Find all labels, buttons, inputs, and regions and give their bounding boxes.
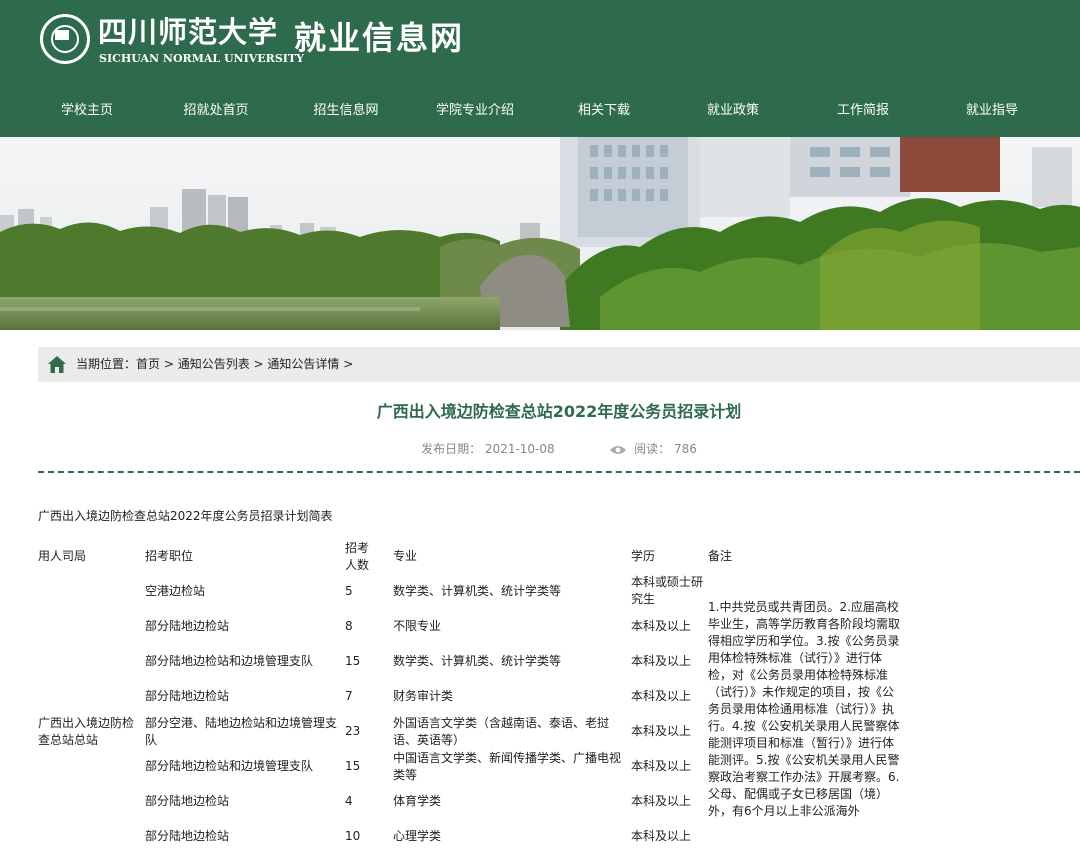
header-count: 招考人数 xyxy=(345,541,370,572)
table-cell-major: 心理学类 xyxy=(393,829,442,843)
table-cell-position: 部分空港、陆地边检站和边境管理支队 xyxy=(145,716,338,747)
breadcrumb-separator: > xyxy=(339,357,354,371)
table-cell-count: 10 xyxy=(345,829,361,843)
remarks-text: 1.中共党员或共青团员。2.应届高校毕业生，高等学历教育各阶段均需取得相应学历和… xyxy=(708,600,901,818)
campus-banner-image xyxy=(0,137,1080,330)
views-count: 786 xyxy=(674,442,697,456)
table-cell-major: 数学类、计算机类、统计学类等 xyxy=(393,654,562,668)
article-title: 广西出入境边防检查总站2022年度公务员招录计划 xyxy=(376,402,742,421)
breadcrumb: 当期位置：首页 > 通知公告列表 > 通知公告详情 > xyxy=(38,347,1080,382)
publish-date-label: 发布日期： xyxy=(421,442,482,456)
table-cell-major: 外国语言文学类（含越南语、泰语、老挝语、英语等） xyxy=(393,716,610,747)
table-cell-count: 8 xyxy=(345,619,353,633)
seal-book-shape xyxy=(55,30,69,40)
table-cell-education: 本科或硕士研究生 xyxy=(631,575,704,606)
table-cell-education: 本科及以上 xyxy=(631,794,692,808)
table-cell-position: 部分陆地边检站 xyxy=(145,794,230,808)
agency-name: 广西出入境边防检查总站总站 xyxy=(38,716,135,747)
table-cell-education: 本科及以上 xyxy=(631,654,692,668)
breadcrumb-home-link[interactable]: 首页 xyxy=(136,357,160,371)
table-cell-education: 本科及以上 xyxy=(631,829,692,843)
breadcrumb-prefix: 当期位置： xyxy=(76,357,137,371)
breadcrumb-notice-detail-link[interactable]: 通知公告详情 xyxy=(267,357,339,371)
table-cell-education: 本科及以上 xyxy=(631,619,692,633)
table-cell-count: 4 xyxy=(345,794,353,808)
table-cell-education: 本科及以上 xyxy=(631,759,692,773)
table-cell-count: 5 xyxy=(345,584,353,598)
table-cell-position: 空港边检站 xyxy=(145,584,206,598)
eye-icon xyxy=(610,445,627,454)
nav-item-guidance[interactable]: 就业指导 xyxy=(962,96,1022,126)
table-cell-position: 部分陆地边检站和边境管理支队 xyxy=(145,759,314,773)
table-cell-count: 7 xyxy=(345,689,353,703)
university-name-cn[interactable]: 四川师范大学 xyxy=(98,14,278,50)
table-cell-major: 财务审计类 xyxy=(393,689,454,703)
table-cell-count: 15 xyxy=(345,759,361,773)
site-title[interactable]: 就业信息网 xyxy=(294,18,464,58)
nav-item-briefings[interactable]: 工作简报 xyxy=(833,96,893,126)
table-cell-position: 部分陆地边检站 xyxy=(145,619,230,633)
table-cell-major: 不限专业 xyxy=(393,619,442,633)
table-cell-position: 部分陆地边检站 xyxy=(145,689,230,703)
header-agency: 用人司局 xyxy=(38,549,87,563)
table-cell-count: 15 xyxy=(345,654,361,668)
table-cell-position: 部分陆地边检站和边境管理支队 xyxy=(145,654,314,668)
table-cell-count: 23 xyxy=(345,724,361,738)
article-meta: 发布日期： 2021-10-08 阅读： 786 xyxy=(38,437,1080,461)
table-cell-major: 体育学类 xyxy=(393,794,442,808)
breadcrumb-text: 当期位置：首页 > 通知公告列表 > 通知公告详情 > xyxy=(76,347,353,382)
divider xyxy=(38,471,1080,473)
university-name-en: SICHUAN NORMAL UNIVERSITY xyxy=(99,52,304,65)
nav-item-admissions[interactable]: 招生信息网 xyxy=(310,96,382,126)
breadcrumb-separator: > xyxy=(249,357,268,371)
banner-illustration xyxy=(0,137,1080,330)
nav-item-colleges[interactable]: 学院专业介绍 xyxy=(432,96,518,126)
table-cell-major: 中国语言文学类、新闻传播学类、广播电视类等 xyxy=(393,751,622,782)
table-cell-major: 数学类、计算机类、统计学类等 xyxy=(393,584,562,598)
nav-item-policy[interactable]: 就业政策 xyxy=(703,96,763,126)
views-label: 阅读： xyxy=(634,442,671,456)
table-cell-position: 部分陆地边检站 xyxy=(145,829,230,843)
breadcrumb-separator: > xyxy=(160,357,178,371)
site-header: 四川师范大学 SICHUAN NORMAL UNIVERSITY 就业信息网 学… xyxy=(0,0,1080,137)
table-cell-education: 本科及以上 xyxy=(631,724,692,738)
nav-item-school-home[interactable]: 学校主页 xyxy=(57,96,117,126)
home-icon[interactable] xyxy=(48,356,66,373)
header-education: 学历 xyxy=(631,549,656,563)
table-cell-education: 本科及以上 xyxy=(631,689,692,703)
article-intro: 广西出入境边防检查总站2022年度公务员招录计划简表 xyxy=(38,509,333,523)
nav-item-employment-home[interactable]: 招就处首页 xyxy=(180,96,252,126)
header-major: 专业 xyxy=(393,549,418,563)
publish-date: 2021-10-08 xyxy=(484,442,555,456)
university-seal-icon[interactable] xyxy=(40,14,90,64)
main-nav: 学校主页 招就处首页 招生信息网 学院专业介绍 相关下载 就业政策 工作简报 就… xyxy=(0,96,1080,126)
header-position: 招考职位 xyxy=(145,549,194,563)
header-remarks: 备注 xyxy=(708,549,733,563)
nav-item-downloads[interactable]: 相关下载 xyxy=(574,96,634,126)
breadcrumb-notice-list-link[interactable]: 通知公告列表 xyxy=(178,357,250,371)
